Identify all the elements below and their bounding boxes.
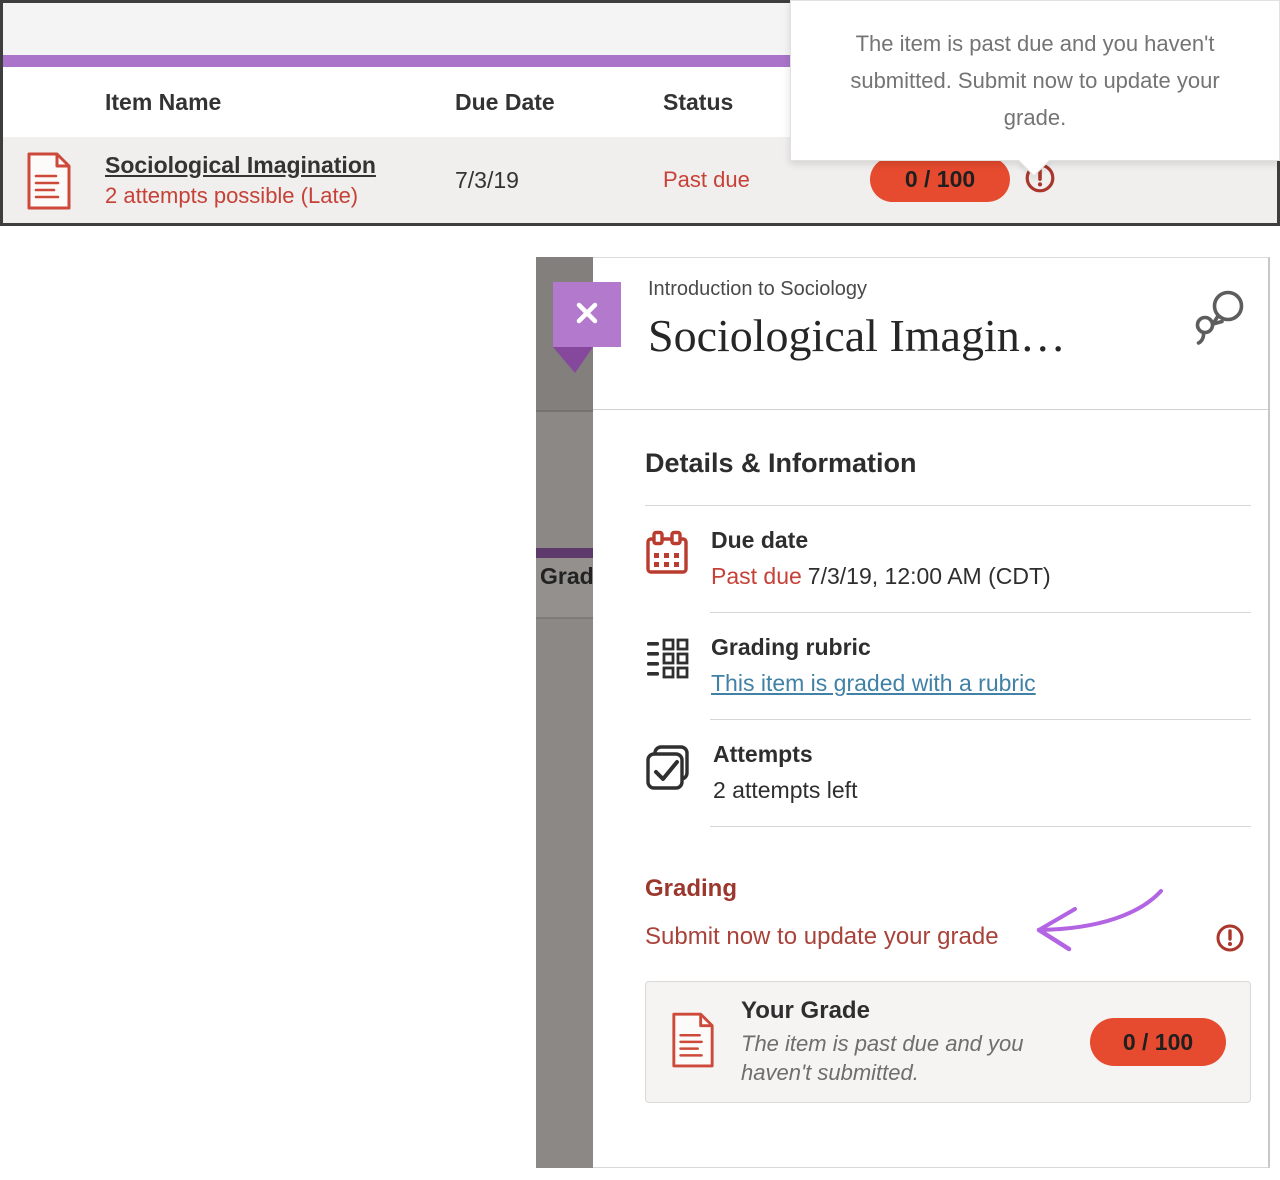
document-icon [670,1011,716,1074]
panel-title: Sociological Imagin… [648,310,1066,361]
item-name-cell: Sociological Imagination 2 attempts poss… [105,152,455,209]
panel-header: Introduction to Sociology Sociological I… [593,258,1268,410]
screenshot-root: Item Name Due Date Status Sociological I… [0,0,1280,1180]
attempts-label: Attempts [713,741,813,767]
panel-surface: Introduction to Sociology Sociological I… [593,257,1270,1168]
dimmed-background-strip: Grad [536,257,593,1168]
rubric-link[interactable]: This item is graded with a rubric [711,670,1036,697]
attempts-info: Attempts 2 attempts left [713,741,857,804]
rubric-info: Grading rubric This item is graded with … [711,634,1036,697]
tooltip: The item is past due and you haven't sub… [790,0,1280,177]
tooltip-text: The item is past due and you haven't sub… [850,31,1220,130]
due-date-status: Past due [711,563,802,589]
close-button[interactable] [553,282,621,347]
attempts-icon [645,741,691,804]
close-icon [571,297,603,332]
submit-message-row: Submit now to update your grade [645,889,1251,959]
rubric-row: Grading rubric This item is graded with … [645,613,1251,719]
details-heading: Details & Information [645,448,917,478]
row-divider [710,826,1251,827]
item-attempts-note: 2 attempts possible (Late) [105,182,359,208]
due-date-value: Past due 7/3/19, 12:00 AM (CDT) [711,563,1051,590]
rubric-label: Grading rubric [711,634,871,660]
attempts-row: Attempts 2 attempts left [645,720,1251,826]
course-name: Introduction to Sociology [648,278,868,300]
grade-pill[interactable]: 0 / 100 [870,157,1010,202]
your-grade-text: Your Grade The item is past due and you … [741,997,1065,1087]
status-cell: Past due [663,167,750,192]
dimmed-strip-divider-2 [536,617,593,619]
hand-drawn-arrow-annotation [1023,883,1168,963]
rubric-icon [645,634,689,697]
detail-panel: Grad Introduction to Sociology Sociologi… [536,257,1280,1168]
your-grade-description: The item is past due and you haven't sub… [741,1031,1024,1085]
due-date-cell: 7/3/19 [455,166,519,193]
due-date-datetime: 7/3/19, 12:00 AM (CDT) [807,563,1051,589]
your-grade-title: Your Grade [741,997,870,1024]
due-date-row: Due date Past due 7/3/19, 12:00 AM (CDT) [645,506,1251,612]
item-name-link[interactable]: Sociological Imagination [105,152,376,178]
document-icon [25,151,73,216]
calendar-icon [645,527,689,590]
panel-body: Details & Information Due date Past due … [593,410,1268,1103]
grading-alert-icon[interactable] [1215,923,1245,958]
dimmed-grade-label: Grad [540,563,593,589]
dimmed-accent-bar [536,548,593,558]
column-header-item-name[interactable]: Item Name [105,89,455,116]
attempts-value: 2 attempts left [713,777,858,803]
due-date-info: Due date Past due 7/3/19, 12:00 AM (CDT) [711,527,1051,590]
due-date-label: Due date [711,527,809,553]
column-header-due-date[interactable]: Due Date [455,89,663,116]
your-grade-pill[interactable]: 0 / 100 [1090,1018,1226,1066]
magnifier-icon[interactable] [1192,286,1246,351]
your-grade-card: Your Grade The item is past due and you … [645,981,1251,1103]
dimmed-strip-divider [536,410,593,412]
submit-message[interactable]: Submit now to update your grade [645,923,999,950]
